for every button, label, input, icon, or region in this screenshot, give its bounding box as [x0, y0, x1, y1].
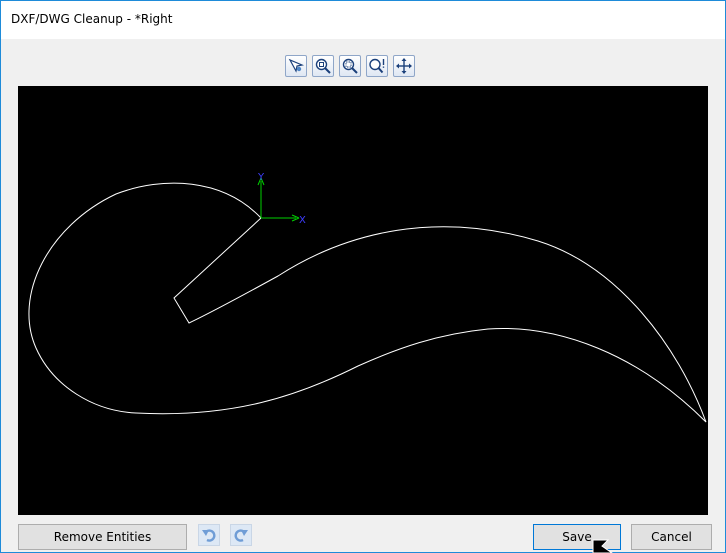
redo-icon[interactable]	[230, 524, 252, 546]
drawing-viewport[interactable]: Y X	[18, 86, 708, 515]
cancel-button[interactable]: Cancel	[631, 524, 712, 550]
dxf-cleanup-dialog: DXF/DWG Cleanup - *Right Y X Remove Enti…	[0, 0, 726, 553]
view-toolbar	[285, 55, 415, 77]
window-title: DXF/DWG Cleanup - *Right	[11, 12, 173, 26]
title-bar[interactable]: DXF/DWG Cleanup - *Right	[1, 1, 725, 39]
zoom-in-out-icon[interactable]	[366, 55, 388, 77]
pan-icon[interactable]	[393, 55, 415, 77]
select-entities-icon[interactable]	[285, 55, 307, 77]
coordinate-axes: Y X	[257, 172, 306, 226]
y-axis-label: Y	[257, 172, 265, 183]
undo-icon[interactable]	[198, 524, 220, 546]
mouse-pointer-icon	[590, 530, 622, 553]
zoom-to-fit-icon[interactable]	[312, 55, 334, 77]
sketch-profile	[28, 182, 707, 423]
remove-entities-button[interactable]: Remove Entities	[18, 524, 187, 550]
zoom-to-area-icon[interactable]	[339, 55, 361, 77]
x-axis-label: X	[299, 215, 306, 226]
